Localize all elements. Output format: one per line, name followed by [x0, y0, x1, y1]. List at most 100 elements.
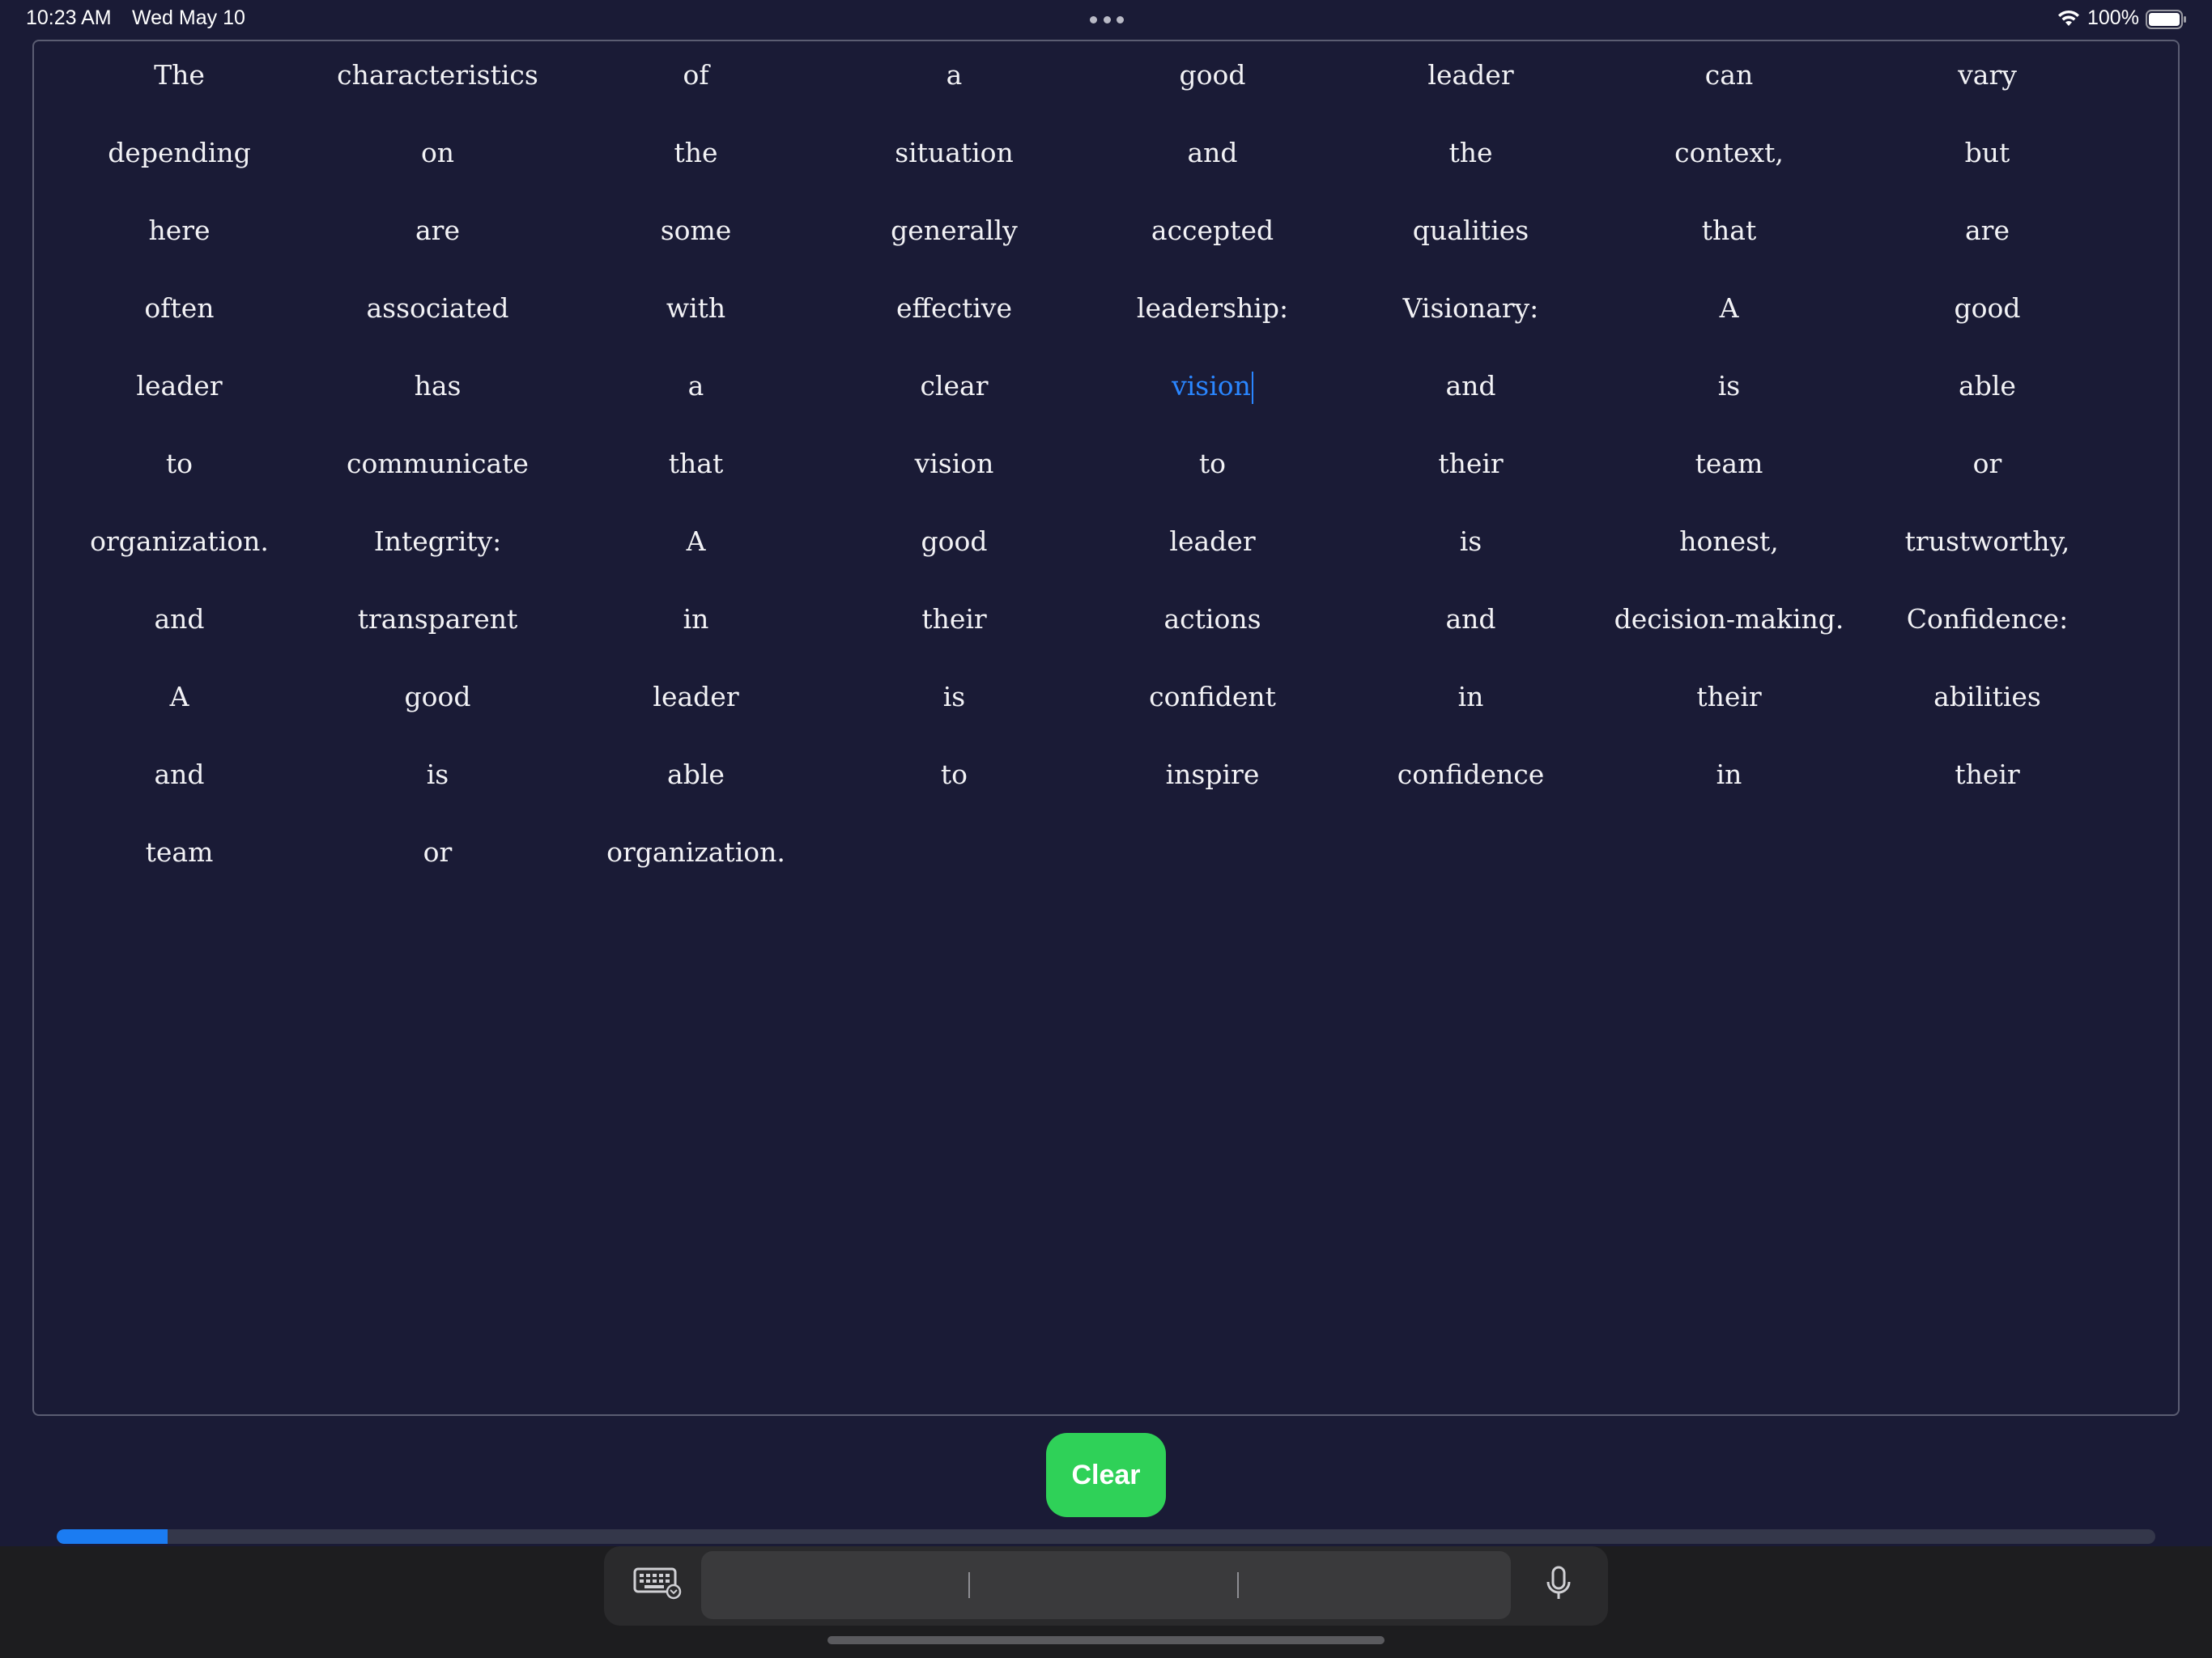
word[interactable]: leader — [50, 347, 308, 425]
word[interactable]: vision — [825, 425, 1083, 503]
word[interactable]: organization. — [567, 814, 825, 891]
word[interactable]: generally — [825, 192, 1083, 270]
word[interactable]: or — [308, 814, 567, 891]
word[interactable]: trustworthy, — [1858, 503, 2116, 580]
word[interactable]: communicate — [308, 425, 567, 503]
clear-button[interactable]: Clear — [1046, 1433, 1166, 1517]
word[interactable]: and — [50, 580, 308, 658]
word[interactable]: good — [1083, 36, 1342, 114]
word[interactable]: characteristics — [308, 36, 567, 114]
progress-bar-fill — [57, 1529, 168, 1544]
text-display-panel[interactable]: The characteristics of a good leader can vary de… — [32, 40, 2180, 1416]
word[interactable]: their — [1600, 658, 1858, 736]
word[interactable]: abilities — [1858, 658, 2116, 736]
word[interactable]: the — [1342, 114, 1600, 192]
word[interactable]: context, — [1600, 114, 1858, 192]
word[interactable]: A — [1600, 270, 1858, 347]
word[interactable]: with — [567, 270, 825, 347]
word[interactable]: but — [1858, 114, 2116, 192]
multitask-dots-icon[interactable] — [1090, 16, 1124, 23]
word[interactable]: decision-making. — [1600, 580, 1858, 658]
word[interactable]: organization. — [50, 503, 308, 580]
word[interactable]: good — [825, 503, 1083, 580]
predictive-separator — [1237, 1572, 1239, 1598]
word[interactable]: clear — [825, 347, 1083, 425]
word[interactable]: and — [1342, 347, 1600, 425]
word[interactable]: Confidence: — [1858, 580, 2116, 658]
word[interactable]: able — [567, 736, 825, 814]
status-time: 10:23 AM — [26, 6, 112, 29]
word[interactable]: of — [567, 36, 825, 114]
progress-bar — [57, 1529, 2155, 1544]
word[interactable]: A — [567, 503, 825, 580]
word[interactable]: confident — [1083, 658, 1342, 736]
word[interactable]: leadership: — [1083, 270, 1342, 347]
wifi-icon — [2058, 10, 2079, 26]
word[interactable]: often — [50, 270, 308, 347]
word[interactable]: to — [825, 736, 1083, 814]
word[interactable]: some — [567, 192, 825, 270]
word[interactable]: to — [50, 425, 308, 503]
word[interactable]: is — [1342, 503, 1600, 580]
word[interactable]: good — [1858, 270, 2116, 347]
word[interactable]: in — [1342, 658, 1600, 736]
word[interactable]: can — [1600, 36, 1858, 114]
word[interactable]: on — [308, 114, 567, 192]
word[interactable]: honest, — [1600, 503, 1858, 580]
word[interactable]: vary — [1858, 36, 2116, 114]
microphone-icon[interactable] — [1543, 1564, 1574, 1603]
word[interactable]: to — [1083, 425, 1342, 503]
word[interactable]: that — [567, 425, 825, 503]
word[interactable]: in — [1600, 736, 1858, 814]
word[interactable]: team — [50, 814, 308, 891]
word[interactable]: transparent — [308, 580, 567, 658]
keyboard-icon[interactable] — [633, 1566, 682, 1600]
word[interactable]: confidence — [1342, 736, 1600, 814]
home-indicator[interactable] — [827, 1636, 1385, 1644]
word[interactable]: is — [1600, 347, 1858, 425]
word[interactable]: that — [1600, 192, 1858, 270]
text-caret — [1251, 372, 1253, 404]
word[interactable]: qualities — [1342, 192, 1600, 270]
word[interactable]: the — [567, 114, 825, 192]
predictive-text-bar[interactable] — [701, 1551, 1511, 1619]
word[interactable]: has — [308, 347, 567, 425]
word-current[interactable]: vision — [1083, 347, 1342, 425]
word[interactable]: Visionary: — [1342, 270, 1600, 347]
word[interactable]: depending — [50, 114, 308, 192]
word[interactable]: leader — [567, 658, 825, 736]
battery-percentage: 100% — [2087, 6, 2139, 29]
word[interactable]: are — [308, 192, 567, 270]
keyboard-shortcut-bar — [604, 1546, 1608, 1626]
word[interactable]: a — [567, 347, 825, 425]
word[interactable]: and — [1083, 114, 1342, 192]
word[interactable]: good — [308, 658, 567, 736]
word[interactable]: their — [1342, 425, 1600, 503]
word[interactable]: The — [50, 36, 308, 114]
word[interactable]: associated — [308, 270, 567, 347]
word-grid: The characteristics of a good leader can vary de… — [50, 59, 2116, 929]
word[interactable]: leader — [1083, 503, 1342, 580]
word[interactable]: accepted — [1083, 192, 1342, 270]
word[interactable]: their — [825, 580, 1083, 658]
word[interactable]: inspire — [1083, 736, 1342, 814]
word[interactable]: A — [50, 658, 308, 736]
word[interactable]: team — [1600, 425, 1858, 503]
word[interactable]: is — [825, 658, 1083, 736]
word[interactable]: and — [50, 736, 308, 814]
word[interactable]: leader — [1342, 36, 1600, 114]
word[interactable]: are — [1858, 192, 2116, 270]
word[interactable]: is — [308, 736, 567, 814]
word[interactable]: or — [1858, 425, 2116, 503]
battery-icon — [2146, 10, 2186, 29]
word[interactable]: effective — [825, 270, 1083, 347]
word[interactable]: able — [1858, 347, 2116, 425]
word[interactable]: Integrity: — [308, 503, 567, 580]
word[interactable]: and — [1342, 580, 1600, 658]
word[interactable]: here — [50, 192, 308, 270]
word[interactable]: actions — [1083, 580, 1342, 658]
word[interactable]: a — [825, 36, 1083, 114]
word[interactable]: situation — [825, 114, 1083, 192]
word[interactable]: their — [1858, 736, 2116, 814]
word[interactable]: in — [567, 580, 825, 658]
